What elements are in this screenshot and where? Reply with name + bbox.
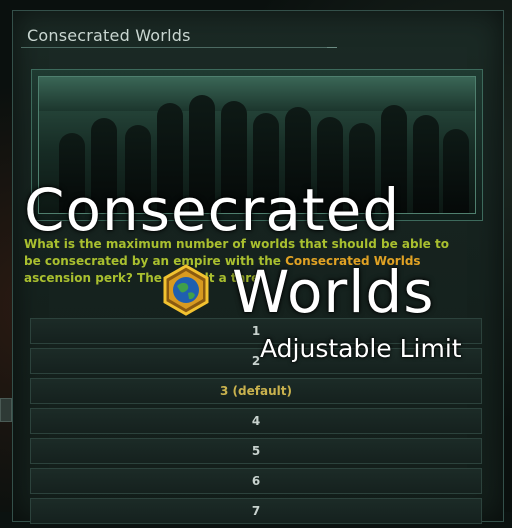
globe-in-gold-hexagon-icon (163, 264, 209, 316)
option-button-6[interactable]: 6 (30, 468, 482, 494)
side-tab-handle[interactable] (0, 398, 12, 422)
overlay-title-line1: Consecrated (24, 176, 401, 244)
window-title-bar: Consecrated Worlds (21, 19, 337, 48)
overlay-subtitle: Adjustable Limit (260, 334, 462, 363)
robed-figure (443, 129, 469, 213)
title-bar-corner (327, 47, 337, 48)
robed-figure (413, 115, 439, 213)
option-button-3-default[interactable]: 3 (default) (30, 378, 482, 404)
illustration-ceiling (39, 77, 475, 111)
option-button-7[interactable]: 7 (30, 498, 482, 524)
overlay-title-line2: Worlds (232, 258, 435, 326)
option-button-5[interactable]: 5 (30, 438, 482, 464)
window-title: Consecrated Worlds (27, 26, 191, 45)
option-button-4[interactable]: 4 (30, 408, 482, 434)
